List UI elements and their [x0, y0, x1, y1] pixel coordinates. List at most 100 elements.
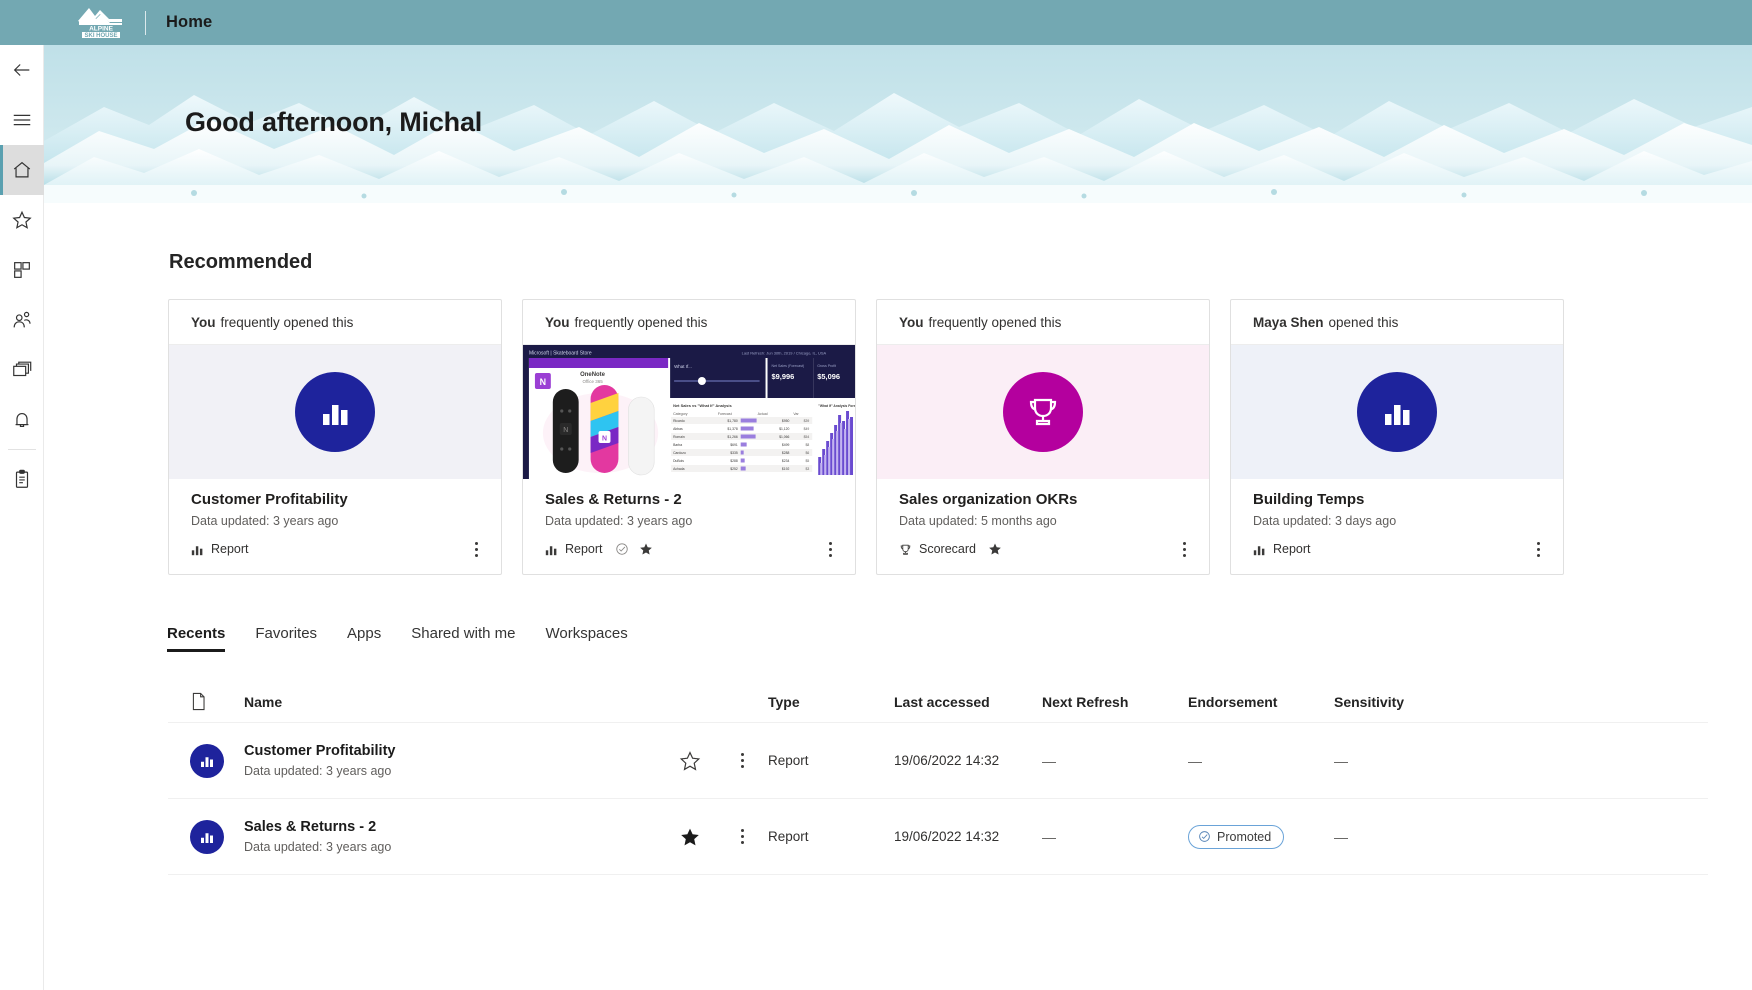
card-actor: You — [545, 314, 570, 330]
column-header-last-accessed[interactable]: Last accessed — [894, 694, 1042, 710]
card-type-label: Report — [1273, 542, 1311, 556]
promoted-check-icon — [1199, 831, 1210, 842]
sidebar-item-workspaces[interactable] — [0, 345, 44, 395]
table-header-row: Name Type Last accessed Next Refresh End… — [168, 681, 1708, 723]
recommended-card[interactable]: Maya Shen opened this Building Temps Dat… — [1230, 299, 1564, 575]
card-footer: Report — [191, 536, 487, 562]
column-header-icon — [168, 692, 244, 711]
tab-apps[interactable]: Apps — [347, 625, 381, 652]
column-header-endorsement[interactable]: Endorsement — [1188, 694, 1334, 710]
svg-text:$335: $335 — [730, 451, 738, 455]
card-activity-header: You frequently opened this — [877, 300, 1209, 345]
card-actor: You — [899, 314, 924, 330]
svg-text:ALPINE: ALPINE — [89, 25, 114, 32]
recommended-heading: Recommended — [169, 251, 313, 273]
recommended-card[interactable]: You frequently opened this Microsoft | S… — [522, 299, 856, 575]
table-row[interactable]: Sales & Returns - 2 Data updated: 3 year… — [168, 799, 1708, 875]
row-sensitivity: — — [1334, 828, 1348, 845]
row-name-cell[interactable]: Sales & Returns - 2 Data updated: 3 year… — [244, 819, 664, 854]
column-header-name[interactable]: Name — [244, 694, 664, 710]
card-badges — [988, 542, 1002, 556]
card-more-options-button[interactable] — [1173, 536, 1195, 562]
card-type: Report — [545, 542, 603, 556]
bell-icon — [15, 412, 28, 428]
row-item-icon — [168, 819, 244, 854]
recommended-card[interactable]: You frequently opened this Customer Prof… — [168, 299, 502, 575]
card-title: Sales & Returns - 2 — [545, 491, 682, 508]
tab-workspaces[interactable]: Workspaces — [545, 625, 627, 652]
sidebar-item-metrics[interactable] — [0, 454, 44, 504]
tab-recents[interactable]: Recents — [167, 625, 226, 652]
recents-table: Name Type Last accessed Next Refresh End… — [168, 681, 1708, 875]
main-content: Recommended You frequently opened this C… — [44, 203, 1752, 990]
svg-text:Net Sales vs "What If" Analysi: Net Sales vs "What If" Analysis — [673, 403, 732, 408]
svg-text:$6: $6 — [806, 451, 810, 455]
row-more-options-button[interactable] — [716, 748, 768, 774]
apps-grid-icon — [13, 262, 30, 278]
card-type: Report — [191, 542, 249, 556]
alpine-ski-house-logo[interactable]: ALPINE SKI HOUSE — [75, 7, 127, 38]
svg-text:$1,066: $1,066 — [779, 435, 789, 439]
card-activity-header: You frequently opened this — [169, 300, 501, 345]
tab-favorites[interactable]: Favorites — [255, 625, 317, 652]
report-bars-icon — [1357, 372, 1437, 452]
card-body: Customer Profitability Data updated: 3 y… — [169, 479, 501, 574]
sidebar-item-home[interactable] — [0, 145, 44, 195]
nav-back-button[interactable] — [0, 45, 44, 95]
row-more-options-button[interactable] — [716, 824, 768, 850]
card-activity: frequently opened this — [220, 314, 354, 330]
card-actor: You — [191, 314, 216, 330]
column-header-next-refresh[interactable]: Next Refresh — [1042, 694, 1188, 710]
card-thumbnail — [877, 345, 1209, 479]
card-title: Building Temps — [1253, 491, 1365, 508]
card-badges — [615, 542, 653, 556]
row-favorite-button[interactable] — [664, 750, 716, 772]
sidebar-item-shared-with-me[interactable] — [0, 295, 44, 345]
nav-menu-button[interactable] — [0, 95, 44, 145]
powerbi-home-page: ALPINE SKI HOUSE Home Good afternoon, Mi… — [0, 0, 1752, 990]
column-header-sensitivity[interactable]: Sensitivity — [1334, 694, 1474, 710]
row-type: Report — [768, 753, 809, 768]
report-bars-icon — [545, 545, 557, 555]
svg-text:N: N — [563, 427, 568, 434]
card-more-options-button[interactable] — [819, 536, 841, 562]
svg-text:$950: $950 — [782, 419, 790, 423]
svg-text:$1,780: $1,780 — [727, 419, 737, 423]
svg-text:$192: $192 — [782, 467, 790, 471]
card-footer: Report — [1253, 536, 1549, 562]
row-name-subtitle: Data updated: 3 years ago — [244, 840, 392, 854]
row-favorite-button[interactable] — [664, 826, 716, 848]
status-badge: Promoted — [1188, 824, 1285, 849]
recommended-card[interactable]: You frequently opened this Sales organiz… — [876, 299, 1210, 575]
favorite-star-filled-icon[interactable] — [988, 542, 1002, 556]
report-bars-icon — [1253, 545, 1265, 555]
left-navigation-rail — [0, 45, 44, 990]
trophy-icon — [900, 544, 911, 555]
card-body: Sales organization OKRs Data updated: 5 … — [877, 479, 1209, 574]
card-subtitle: Data updated: 3 years ago — [545, 514, 693, 528]
favorite-star-filled-icon — [681, 828, 699, 845]
svg-text:$1,378: $1,378 — [727, 427, 737, 431]
card-activity-header: You frequently opened this — [523, 300, 855, 345]
card-thumbnail — [1231, 345, 1563, 479]
page-title: Home — [166, 13, 213, 31]
svg-text:$54: $54 — [804, 435, 810, 439]
card-body: Building Temps Data updated: 3 days ago … — [1231, 479, 1563, 574]
sidebar-item-favorites[interactable] — [0, 195, 44, 245]
svg-text:Achada: Achada — [673, 467, 685, 471]
tab-shared-with-me[interactable]: Shared with me — [411, 625, 515, 652]
svg-text:"What If" Analysis Forecast: "What If" Analysis Forecast — [818, 404, 855, 408]
column-header-type[interactable]: Type — [768, 694, 894, 710]
table-row[interactable]: Customer Profitability Data updated: 3 y… — [168, 723, 1708, 799]
sidebar-item-notifications[interactable] — [0, 395, 44, 445]
svg-text:$1,120: $1,120 — [779, 427, 789, 431]
favorite-star-filled-icon[interactable] — [639, 542, 653, 556]
row-name-cell[interactable]: Customer Profitability Data updated: 3 y… — [244, 743, 664, 778]
card-more-options-button[interactable] — [1527, 536, 1549, 562]
card-activity: frequently opened this — [574, 314, 708, 330]
card-type: Report — [1253, 542, 1311, 556]
row-next-refresh: — — [1042, 752, 1056, 769]
sidebar-item-apps[interactable] — [0, 245, 44, 295]
card-more-options-button[interactable] — [465, 536, 487, 562]
content-tabs: Recents Favorites Apps Shared with me Wo… — [167, 625, 628, 652]
